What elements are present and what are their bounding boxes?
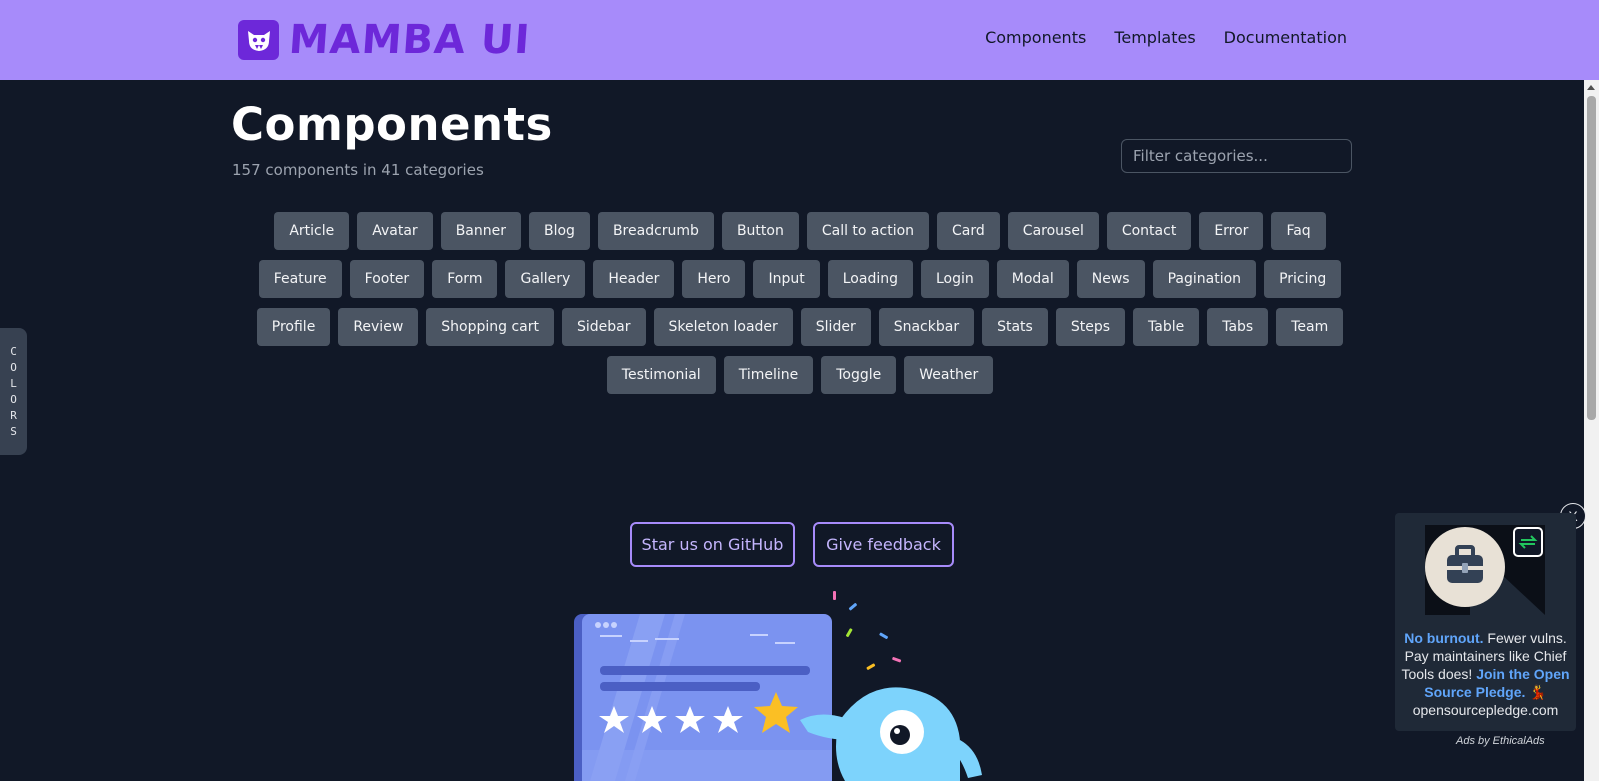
category-modal[interactable]: Modal [996, 260, 1069, 298]
colors-tab-letter: L [10, 376, 17, 390]
nav-templates[interactable]: Templates [1114, 28, 1195, 47]
category-gallery[interactable]: Gallery [505, 260, 586, 298]
dancer-emoji-icon: 💃 [1529, 684, 1547, 700]
page-scrollbar[interactable] [1584, 80, 1599, 781]
colors-tab-letter: O [10, 360, 17, 374]
category-tabs[interactable]: Tabs [1207, 308, 1269, 346]
components-count: 157 components in 41 categories [232, 161, 484, 179]
colors-tab-letter: C [10, 344, 17, 358]
category-input[interactable]: Input [753, 260, 820, 298]
category-breadcrumb[interactable]: Breadcrumb [597, 212, 714, 250]
colors-tab[interactable]: C O L O R S [0, 328, 27, 455]
category-faq[interactable]: Faq [1271, 212, 1326, 250]
category-button[interactable]: Button [721, 212, 799, 250]
give-feedback-button[interactable]: Give feedback [813, 522, 954, 567]
colors-tab-letter: O [10, 392, 17, 406]
category-skeleton-loader[interactable]: Skeleton loader [653, 308, 793, 346]
category-article[interactable]: Article [274, 212, 350, 250]
page-title: Components [231, 98, 553, 151]
category-hero[interactable]: Hero [682, 260, 746, 298]
ads-by-ethicalads-link[interactable]: Ads by EthicalAds [1456, 735, 1545, 747]
category-team[interactable]: Team [1276, 308, 1344, 346]
category-error[interactable]: Error [1199, 212, 1264, 250]
logo-text: MAMBA UI [287, 17, 532, 63]
category-avatar[interactable]: Avatar [357, 212, 433, 250]
category-list: Article Avatar Banner Blog Breadcrumb Bu… [250, 212, 1350, 394]
category-weather[interactable]: Weather [904, 356, 994, 394]
category-banner[interactable]: Banner [440, 212, 521, 250]
category-toggle[interactable]: Toggle [821, 356, 897, 394]
mamba-logo-icon [238, 20, 279, 60]
scrollbar-thumb[interactable] [1587, 96, 1596, 420]
scroll-up-arrow-icon[interactable] [1587, 85, 1595, 90]
category-review[interactable]: Review [338, 308, 419, 346]
category-slider[interactable]: Slider [800, 308, 871, 346]
category-carousel[interactable]: Carousel [1007, 212, 1099, 250]
ad-image[interactable] [1425, 525, 1545, 615]
category-stats[interactable]: Stats [982, 308, 1048, 346]
sponsored-ad[interactable]: No burnout. Fewer vulns. Pay maintainers… [1395, 513, 1576, 731]
category-sidebar[interactable]: Sidebar [562, 308, 646, 346]
category-testimonial[interactable]: Testimonial [606, 356, 716, 394]
category-news[interactable]: News [1076, 260, 1145, 298]
category-login[interactable]: Login [920, 260, 989, 298]
ad-headline: No burnout. [1404, 630, 1484, 646]
category-form[interactable]: Form [432, 260, 498, 298]
category-blog[interactable]: Blog [529, 212, 590, 250]
ad-domain: opensourcepledge.com [1412, 702, 1559, 718]
ad-text[interactable]: No burnout. Fewer vulns. Pay maintainers… [1401, 629, 1570, 719]
category-shopping-cart[interactable]: Shopping cart [426, 308, 554, 346]
category-pagination[interactable]: Pagination [1152, 260, 1257, 298]
category-call-to-action[interactable]: Call to action [806, 212, 930, 250]
category-pricing[interactable]: Pricing [1264, 260, 1342, 298]
category-loading[interactable]: Loading [827, 260, 913, 298]
category-card[interactable]: Card [937, 212, 1000, 250]
top-navbar: MAMBA UI Components Templates Documentat… [0, 0, 1599, 80]
filter-categories-input[interactable] [1121, 139, 1352, 173]
category-steps[interactable]: Steps [1055, 308, 1125, 346]
category-snackbar[interactable]: Snackbar [878, 308, 975, 346]
category-contact[interactable]: Contact [1106, 212, 1192, 250]
star-on-github-button[interactable]: Star us on GitHub [630, 522, 795, 567]
logo[interactable]: MAMBA UI [238, 17, 532, 63]
nav-components[interactable]: Components [985, 28, 1086, 47]
category-feature[interactable]: Feature [258, 260, 342, 298]
category-footer[interactable]: Footer [349, 260, 425, 298]
main-nav: Components Templates Documentation [985, 28, 1347, 47]
category-header[interactable]: Header [593, 260, 675, 298]
colors-tab-letter: S [10, 424, 17, 438]
category-table[interactable]: Table [1133, 308, 1200, 346]
hero-illustration [574, 591, 982, 781]
category-profile[interactable]: Profile [256, 308, 331, 346]
colors-tab-letter: R [10, 408, 17, 422]
nav-documentation[interactable]: Documentation [1224, 28, 1347, 47]
category-timeline[interactable]: Timeline [723, 356, 814, 394]
